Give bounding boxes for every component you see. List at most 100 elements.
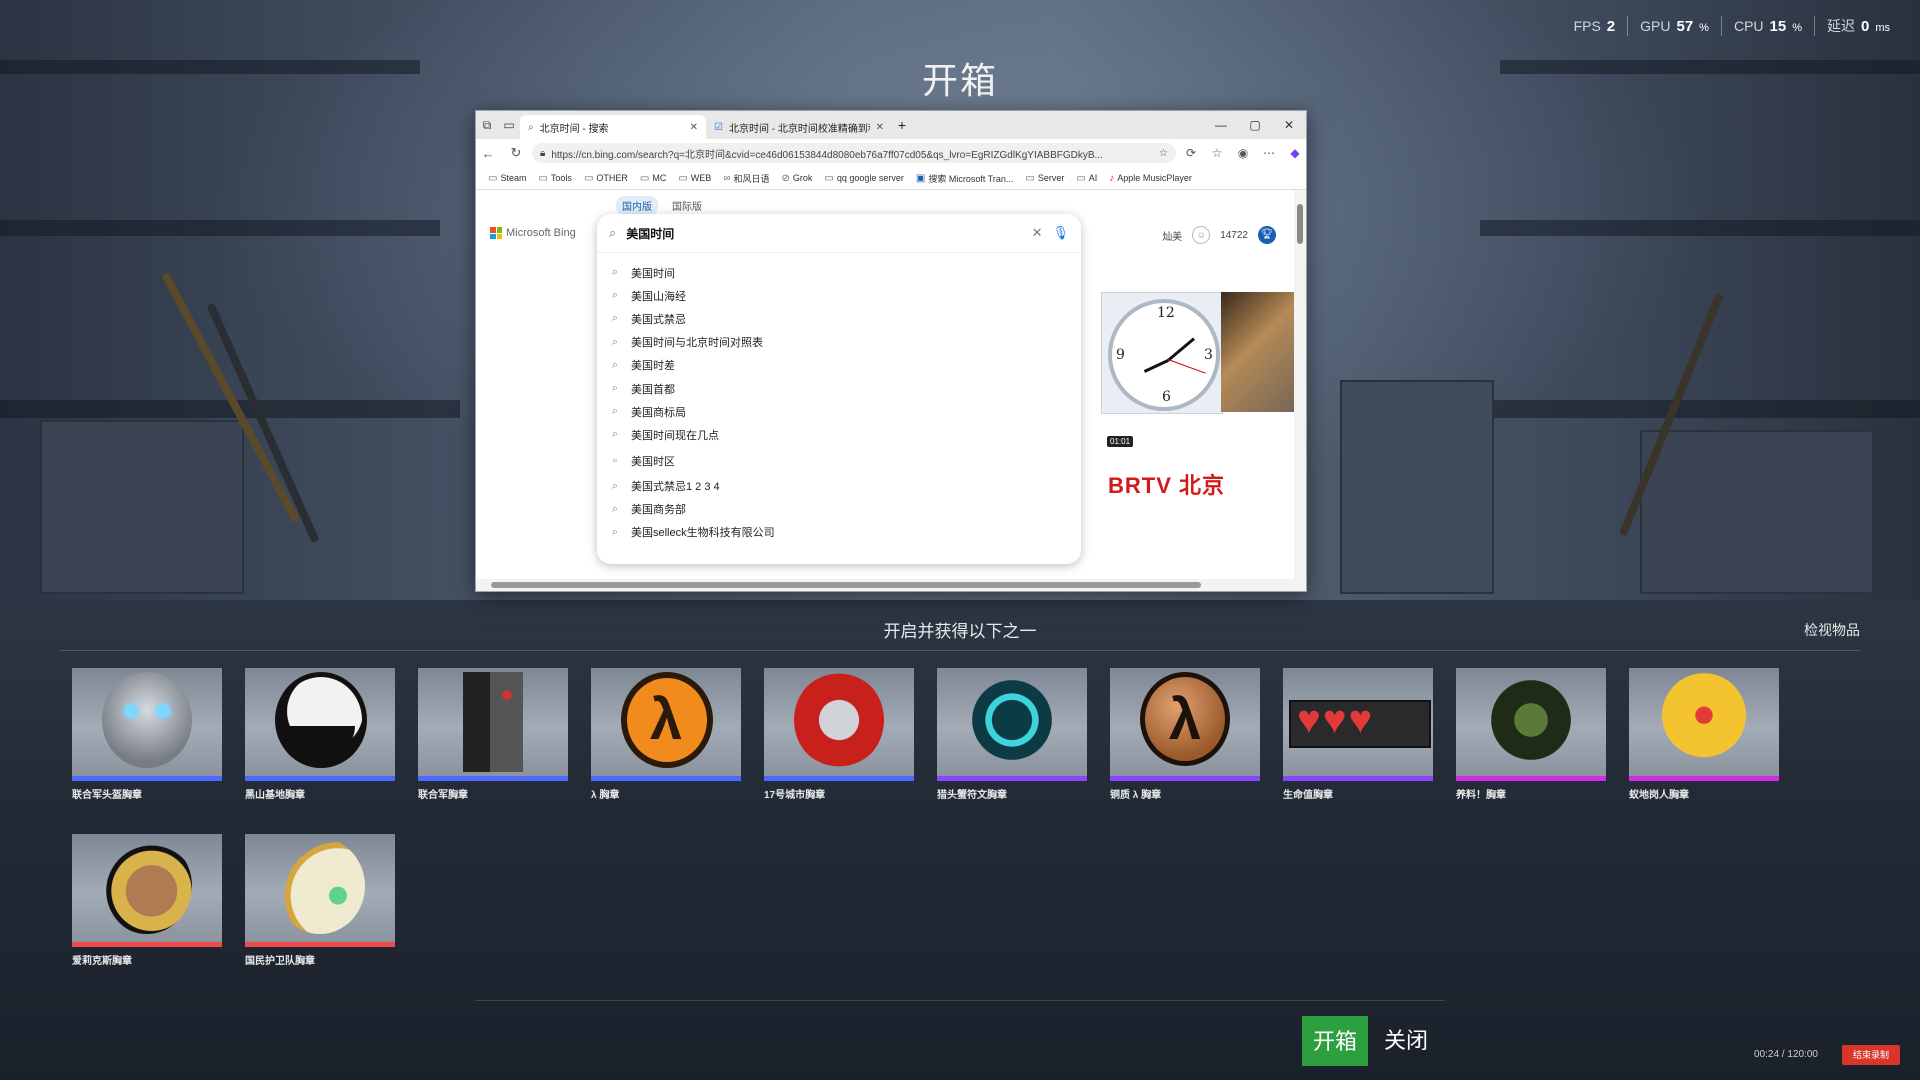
item-card[interactable]: ♥♥♥ 生命值胸章 [1283, 668, 1433, 801]
item-image [1629, 668, 1779, 776]
favorite-item[interactable]: ♪ Apple MusicPlayer [1103, 173, 1198, 184]
crate [40, 420, 244, 594]
alyx-portrait-icon [102, 838, 192, 934]
browser-window[interactable]: ⧉ ▭ ⌕ 北京时间 - 搜索 ✕ ☑ 北京时间 - 北京时间校准精确到秒 ✕ … [475, 110, 1307, 592]
workspaces-icon[interactable]: ⧉ [476, 118, 498, 133]
suggestion-item[interactable]: ⌕ 美国selleck生物科技有限公司 [597, 521, 1081, 544]
refresh-icon[interactable]: ↻ [504, 145, 528, 161]
rewards-trophy-icon[interactable]: 🏆︎ [1258, 226, 1276, 244]
item-card[interactable]: 国民护卫队胸章 [245, 834, 395, 967]
extension-icon[interactable]: ⟳ [1180, 146, 1202, 160]
search-query[interactable]: 美国时间 [626, 225, 1021, 242]
scroll-thumb[interactable] [1297, 204, 1303, 244]
maximize-icon[interactable]: ▢ [1238, 118, 1272, 132]
stop-recording-button[interactable]: 结束录制 [1842, 1045, 1900, 1065]
suggestion-text: 美国时间与北京时间对照表 [631, 337, 763, 350]
search-icon: ⌕ [611, 502, 619, 515]
favorite-item[interactable]: ▭ OTHER [578, 173, 634, 184]
entity-thumbnail-icon: ▫ [613, 454, 617, 467]
favorite-item[interactable]: ▭ Tools [532, 173, 577, 184]
microphone-icon[interactable]: 🎙︎ [1052, 225, 1069, 241]
favorite-item[interactable]: ▣ 搜索 Microsoft Tran... [910, 172, 1019, 185]
favorite-item[interactable]: ⊘ Grok [775, 173, 818, 184]
close-tab-icon[interactable]: ✕ [876, 122, 884, 133]
close-tab-icon[interactable]: ✕ [690, 122, 698, 133]
minimize-icon[interactable]: — [1204, 118, 1238, 132]
clock-image[interactable]: 12 3 6 9 [1101, 292, 1223, 414]
new-tab-icon[interactable]: + [892, 117, 912, 133]
suggestion-item[interactable]: ⌕ 美国首都 [597, 377, 1081, 400]
avatar[interactable]: ☺ [1192, 226, 1211, 244]
tab-actions-icon[interactable]: ▭ [498, 118, 520, 132]
folder-icon: ▭ [488, 172, 498, 184]
recording-timer: 00:24 / 120:00 [1754, 1049, 1818, 1060]
favorites-icon[interactable]: ☆ [1206, 146, 1228, 160]
combine-banner-icon [463, 672, 523, 772]
scope-tab-international[interactable]: 国际版 [666, 196, 708, 215]
favorite-item[interactable]: ▭ AI [1070, 173, 1103, 184]
item-card[interactable]: 黑山基地胸章 [245, 668, 395, 801]
browser-tab[interactable]: ⌕ 北京时间 - 搜索 ✕ [520, 115, 706, 139]
favorite-item[interactable]: ▭ qq google server [818, 173, 910, 184]
favorite-item[interactable]: ∞ 和风日语 [717, 172, 775, 185]
video-brand-logo[interactable]: BRTV 北京 [1108, 468, 1225, 500]
rarity-bar [1456, 776, 1606, 781]
user-area: 灿美 ☺ 14722 🏆︎ [1162, 226, 1276, 244]
clear-icon[interactable]: ✕ [1032, 225, 1043, 241]
url-field[interactable]: 🔒︎ https://cn.bing.com/search?q=北京时间&cvi… [532, 143, 1176, 163]
favorite-star-icon[interactable]: ☆ [1159, 148, 1168, 159]
copilot-icon[interactable]: ◆ [1284, 146, 1306, 160]
folder-icon: ▭ [1076, 172, 1086, 184]
inspect-items-button[interactable]: 检视物品 [1804, 620, 1860, 640]
suggestion-item[interactable]: ⌕ 美国时间现在几点 [597, 423, 1081, 446]
browser-tab[interactable]: ☑ 北京时间 - 北京时间校准精确到秒 ✕ [706, 115, 892, 139]
watch-photo[interactable] [1221, 292, 1294, 412]
tab-title: 北京时间 - 北京时间校准精确到秒 [728, 123, 870, 135]
scope-tab-domestic[interactable]: 国内版 [616, 196, 658, 215]
item-card[interactable]: λ λ 胸章 [591, 668, 741, 801]
favorite-item[interactable]: ▭ MC [634, 173, 672, 184]
suggestion-item[interactable]: ▫ 美国时区 [597, 447, 1081, 475]
scope-tabs: 国内版 国际版 [616, 196, 708, 215]
user-name[interactable]: 灿美 [1162, 228, 1182, 243]
item-name: 联合军胸章 [418, 790, 468, 801]
suggestion-item[interactable]: ⌕ 美国式禁忌 [597, 307, 1081, 330]
suggestion-item[interactable]: ⌕ 美国商标局 [597, 400, 1081, 423]
item-card[interactable]: 养料！胸章 [1456, 668, 1606, 801]
rewards-points[interactable]: 14722 [1220, 230, 1248, 241]
item-card[interactable]: 联合军胸章 [418, 668, 568, 801]
suggestion-item[interactable]: ⌕ 美国时间 [597, 261, 1081, 284]
more-icon[interactable]: ⋯ [1258, 146, 1280, 160]
suggestion-item[interactable]: ⌕ 美国山海经 [597, 284, 1081, 307]
item-card[interactable]: 联合军头盔胸章 [72, 668, 222, 801]
item-card[interactable]: 猎头蟹符文胸章 [937, 668, 1087, 801]
item-card[interactable]: 爱莉克斯胸章 [72, 834, 222, 967]
suggestion-item[interactable]: ⌕ 美国时差 [597, 354, 1081, 377]
suggestion-text: 美国selleck生物科技有限公司 [631, 527, 775, 540]
profile-icon[interactable]: ◉ [1232, 146, 1254, 160]
close-button[interactable]: 关闭 [1384, 1016, 1428, 1066]
vertical-scrollbar[interactable] [1294, 190, 1306, 579]
bing-logo[interactable]: Microsoft Bing [490, 227, 576, 239]
item-card[interactable]: λ 铜质 λ 胸章 [1110, 668, 1260, 801]
search-input[interactable]: ⌕ 美国时间 ✕ 🎙︎ [597, 214, 1081, 253]
suggestion-item[interactable]: ⌕ 美国式禁忌1 2 3 4 [597, 475, 1081, 498]
shelf [1460, 400, 1920, 418]
close-window-icon[interactable]: ✕ [1272, 118, 1306, 132]
crate [1340, 380, 1494, 594]
lock-icon: 🔒︎ [540, 147, 546, 159]
favorite-item[interactable]: ▭ Steam [482, 173, 532, 184]
suggestion-item[interactable]: ⌕ 美国时间与北京时间对照表 [597, 331, 1081, 354]
favorite-item[interactable]: ▭ Server [1019, 173, 1070, 184]
back-icon[interactable]: ← [476, 146, 500, 161]
horizontal-scrollbar[interactable] [476, 579, 1294, 591]
open-case-button[interactable]: 开箱 [1302, 1016, 1368, 1066]
suggestion-item[interactable]: ⌕ 美国商务部 [597, 498, 1081, 521]
item-image [418, 668, 568, 776]
favorite-item[interactable]: ▭ WEB [672, 173, 717, 184]
item-card[interactable]: 17号城市胸章 [764, 668, 914, 801]
folder-icon: ▭ [1025, 172, 1035, 184]
item-card[interactable]: 蚁地岗人胸章 [1629, 668, 1779, 801]
scroll-thumb[interactable] [491, 582, 1201, 588]
latency-label: 延迟 [1826, 18, 1855, 34]
